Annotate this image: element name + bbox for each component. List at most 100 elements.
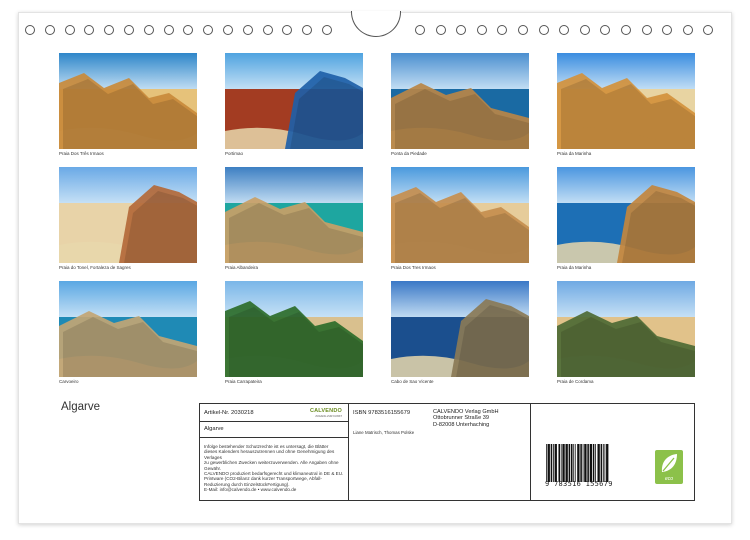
barcode-bar	[580, 444, 582, 482]
photo-cell: Praia Dos Tres Irmaos	[391, 167, 529, 272]
binding-ring	[25, 25, 35, 35]
photo-caption: Praia da Marinha	[557, 265, 592, 270]
landscape-photo	[59, 167, 197, 263]
barcode-bar	[574, 444, 576, 482]
binding-ring	[415, 25, 425, 35]
barcode-bar	[604, 444, 606, 482]
binding-ring	[476, 25, 487, 35]
binding-ring	[143, 25, 154, 35]
binding-ring	[322, 25, 332, 35]
photo-caption: Carvoeiro	[59, 379, 79, 384]
binding-ring	[163, 25, 174, 35]
binding-ring	[641, 25, 652, 35]
landscape-photo	[59, 53, 197, 149]
barcode-bar	[584, 444, 587, 482]
binding-ring	[223, 25, 233, 35]
binding-ring	[84, 25, 95, 35]
photo-caption: Praia do Tonel, Fortaleza de Sagres	[59, 265, 131, 270]
info-column-product: Artikel-Nr. 2030218 CALVENDO ZUGANG ZUR …	[200, 404, 349, 500]
barcode-bar	[602, 444, 604, 482]
divider	[200, 437, 348, 438]
publisher-address: CALVENDO Verlag GmbH Ottobrunner Straße 3…	[433, 409, 499, 428]
binding-ring	[302, 25, 313, 35]
info-box: Artikel-Nr. 2030218 CALVENDO ZUGANG ZUR …	[199, 403, 695, 501]
photo-grid: Praia Dos Três Irmaos Portimao Ponta da Pi…	[59, 53, 695, 393]
publisher-line: Ottobrunner Straße 39	[433, 415, 489, 422]
barcode-bar	[600, 444, 603, 482]
barcode-bar	[587, 444, 589, 482]
info-column-barcode: 9 783516 155679 eco	[531, 404, 696, 500]
barcode-bar	[570, 444, 573, 482]
binding-ring	[682, 25, 693, 35]
photo-caption: Cabo de Sao Vicente	[391, 379, 434, 384]
legal-line: E-Mail: info@calvendo.de • www.calvendo.…	[204, 487, 297, 493]
divider	[200, 421, 348, 422]
landscape-photo	[391, 281, 529, 377]
barcode-bar	[553, 444, 554, 482]
barcode-bar	[546, 444, 547, 482]
binding-ring	[559, 25, 570, 35]
binding-ring	[662, 25, 673, 35]
landscape-photo	[391, 167, 529, 263]
barcode-bar	[595, 444, 596, 482]
photo-cell: Ponta da Piedade	[391, 53, 529, 158]
photo-cell: Praia da Marinha	[557, 53, 695, 158]
isbn: ISBN 9783516155679	[353, 410, 411, 416]
barcode-bar	[606, 444, 609, 482]
binding-ring	[600, 25, 611, 35]
landscape-photo	[225, 53, 363, 149]
barcode-bars	[546, 444, 609, 482]
photo-caption: Ponta da Piedade	[391, 151, 427, 156]
landscape-photo	[391, 53, 529, 149]
barcode-bar	[558, 444, 561, 482]
barcode-bar	[592, 444, 595, 482]
barcode: 9 783516 155679	[545, 444, 631, 488]
ean-number: 9 783516 155679	[545, 480, 613, 488]
eco-label: eco	[664, 476, 674, 482]
calvendo-logo: CALVENDO	[309, 408, 342, 414]
binding-ring	[703, 25, 714, 35]
binding-ring	[621, 25, 631, 35]
calendar-name: Algarve	[204, 426, 224, 432]
photo-cell: Portimao	[225, 53, 363, 158]
photo-cell: Cabo de Sao Vicente	[391, 281, 529, 386]
eco-badge: eco	[655, 450, 683, 484]
binding-ring	[124, 25, 134, 35]
photo-cell: Praia de Cordama	[557, 281, 695, 386]
barcode-bar	[560, 444, 562, 482]
barcode-bar	[597, 444, 600, 482]
photo-caption: Praia Dos Três Irmaos	[59, 151, 104, 156]
binding-ring	[104, 25, 115, 35]
info-column-publisher: ISBN 9783516155679 Liane Matrisch, Thoma…	[349, 404, 531, 500]
calendar-page: Praia Dos Três Irmaos Portimao Ponta da Pi…	[18, 11, 732, 524]
legal-line: dieses Kalenders herauszutrennen und ohn…	[204, 449, 335, 460]
binding-ring	[538, 25, 549, 35]
photo-cell: Praia Carrapateira	[225, 281, 363, 386]
barcode-bar	[568, 444, 571, 482]
barcode-bar	[589, 444, 593, 482]
photo-cell: Praia Albandeira	[225, 167, 363, 272]
photo-caption: Praia de Cordama	[557, 379, 594, 384]
barcode-bar	[582, 444, 584, 482]
photo-caption: Portimao	[225, 151, 244, 156]
binding-ring	[456, 25, 467, 35]
legal-line: zu gewerblichen Zwecken weiterzuverwende…	[204, 460, 339, 466]
barcode-bar	[554, 444, 557, 482]
barcode-bar	[550, 444, 553, 482]
barcode-bar	[565, 444, 568, 482]
photo-cell: Praia do Tonel, Fortaleza de Sagres	[59, 167, 197, 272]
binding-ring	[497, 25, 508, 35]
binding-ring	[242, 25, 253, 35]
barcode-bar	[577, 444, 580, 482]
landscape-photo	[557, 281, 695, 377]
binding-ring	[435, 25, 446, 35]
photo-caption: Praia Carrapateira	[225, 379, 262, 384]
landscape-photo	[59, 281, 197, 377]
binding-ring	[203, 25, 214, 35]
authors: Liane Matrisch, Thomas Polske	[353, 430, 415, 435]
photo-caption: Praia Dos Tres Irmaos	[391, 265, 436, 270]
legal-text: Infolge bestehender Schutzrechte ist es …	[204, 444, 344, 493]
photo-cell: Praia Dos Três Irmaos	[59, 53, 197, 158]
publisher-line: D-82008 Unterhaching	[433, 421, 490, 428]
article-number: Artikel-Nr. 2030218	[204, 410, 254, 416]
